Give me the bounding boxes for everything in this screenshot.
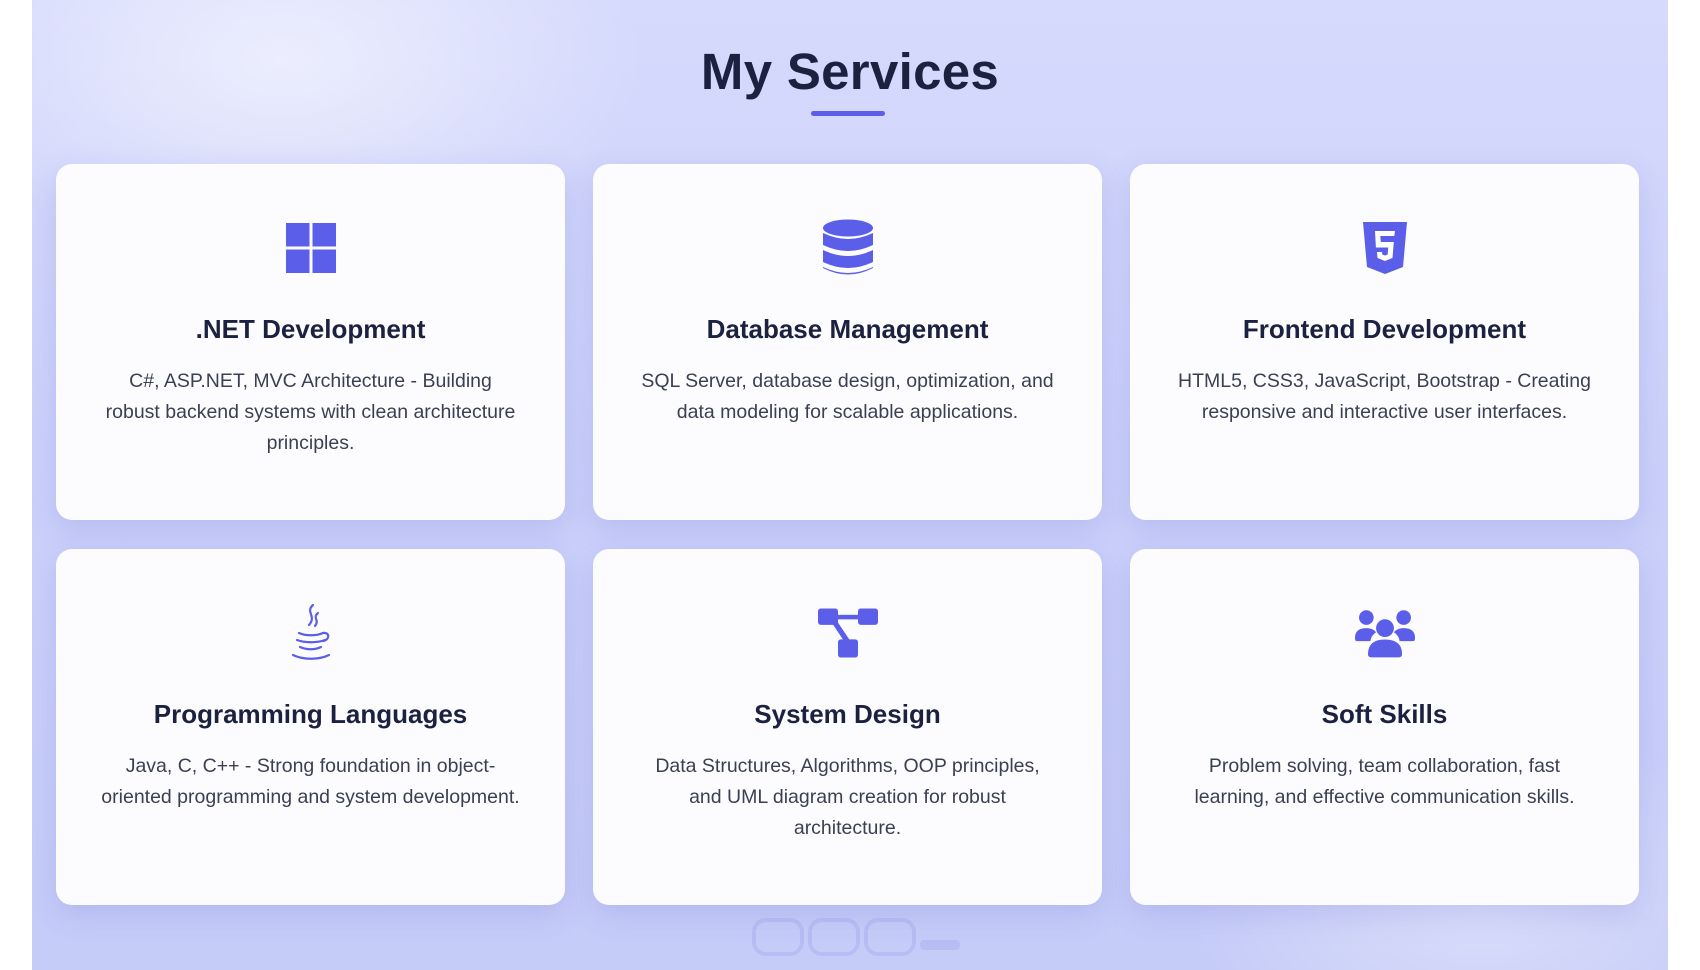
service-card-system-design: System Design Data Structures, Algorithm… xyxy=(593,549,1102,905)
services-section: My Services .NET Development C#, ASP.NET… xyxy=(32,0,1668,970)
service-title: System Design xyxy=(754,699,941,729)
diagram-project-icon xyxy=(817,603,878,663)
background-decoration xyxy=(752,918,960,956)
title-underline xyxy=(811,111,885,116)
windows-icon xyxy=(281,218,341,278)
service-title: Soft Skills xyxy=(1321,699,1448,729)
services-grid: .NET Development C#, ASP.NET, MVC Archit… xyxy=(56,164,1640,905)
service-card-dotnet: .NET Development C#, ASP.NET, MVC Archit… xyxy=(56,164,565,520)
section-title: My Services xyxy=(700,43,1000,100)
service-title: .NET Development xyxy=(195,314,426,344)
users-icon xyxy=(1354,603,1415,663)
service-title: Database Management xyxy=(706,314,989,344)
service-title: Frontend Development xyxy=(1242,314,1527,344)
database-icon xyxy=(818,218,878,278)
service-description: HTML5, CSS3, JavaScript, Bootstrap - Cre… xyxy=(1178,370,1591,423)
service-description: Data Structures, Algorithms, OOP princip… xyxy=(655,755,1040,839)
service-card-programming: Programming Languages Java, C, C++ - Str… xyxy=(56,549,565,905)
service-card-frontend: Frontend Development HTML5, CSS3, JavaSc… xyxy=(1130,164,1639,520)
java-icon xyxy=(281,603,341,663)
service-description: Java, C, C++ - Strong foundation in obje… xyxy=(101,755,520,808)
service-card-database: Database Management SQL Server, database… xyxy=(593,164,1102,520)
service-description: SQL Server, database design, optimizatio… xyxy=(641,370,1054,423)
service-description: C#, ASP.NET, MVC Architecture - Building… xyxy=(105,370,516,454)
service-card-soft-skills: Soft Skills Problem solving, team collab… xyxy=(1130,549,1639,905)
service-title: Programming Languages xyxy=(153,699,468,729)
html5-icon xyxy=(1355,218,1415,278)
service-description: Problem solving, team collaboration, fas… xyxy=(1194,755,1575,808)
